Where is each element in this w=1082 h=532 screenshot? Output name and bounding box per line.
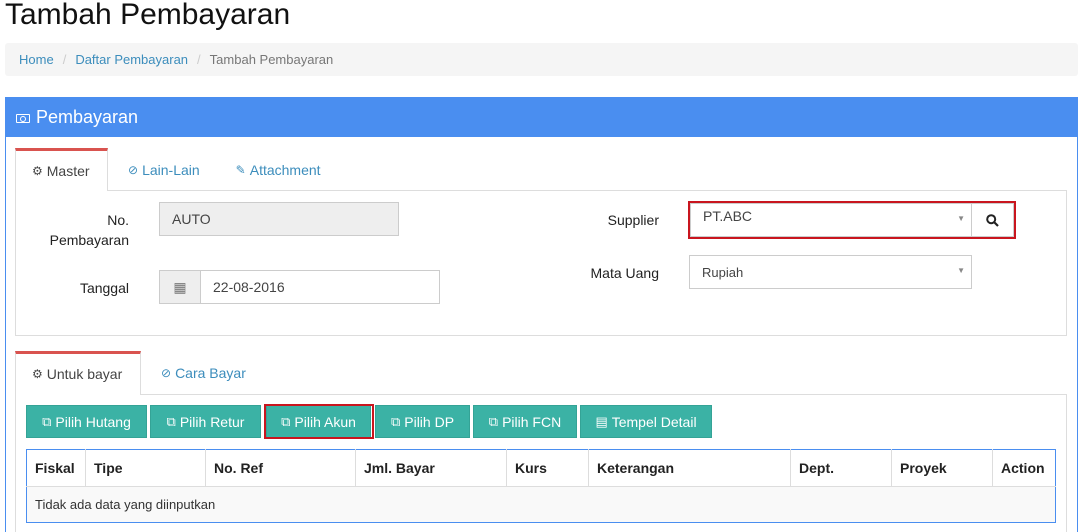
pilih-fcn-button[interactable]: ⧉ Pilih FCN xyxy=(473,405,577,438)
column-header: Fiskal xyxy=(26,449,86,487)
copy-icon: ⧉ xyxy=(166,413,176,429)
tab-label: Attachment xyxy=(249,161,321,178)
column-header: Kurs xyxy=(506,449,589,487)
mata-uang-select[interactable]: Rupiah ▼ xyxy=(689,255,972,289)
chevron-down-icon: ▼ xyxy=(957,266,965,275)
column-header: Action xyxy=(992,449,1056,487)
check-circle-icon: ⊘ xyxy=(128,162,139,177)
button-label: Pilih FCN xyxy=(502,413,562,430)
breadcrumb-current: Tambah Pembayaran xyxy=(209,52,334,67)
pembayaran-detail-table: Fiskal Tipe No. Ref Jml. Bayar Kurs Kete… xyxy=(26,449,1056,523)
empty-table-message: Tidak ada data yang diinputkan xyxy=(26,486,1056,523)
pilih-akun-highlight xyxy=(264,404,374,439)
tab-cara-bayar[interactable]: ⊘ Cara Bayar xyxy=(141,351,262,395)
pilih-retur-button[interactable]: ⧉ Pilih Retur xyxy=(150,405,261,438)
column-header: Tipe xyxy=(85,449,206,487)
no-pembayaran-label: No. Pembayaran xyxy=(49,212,129,248)
tab-attachment[interactable]: ✎ Attachment xyxy=(216,148,337,191)
tab-label: Lain-Lain xyxy=(142,161,200,178)
column-header: Jml. Bayar xyxy=(355,449,507,487)
panel-title: Pembayaran xyxy=(36,107,139,127)
pilih-dp-button[interactable]: ⧉ Pilih DP xyxy=(375,405,470,438)
page-title: Tambah Pembayaran xyxy=(5,0,291,31)
copy-icon: ⧉ xyxy=(42,413,52,429)
no-pembayaran-input: AUTO xyxy=(159,202,399,236)
table-row: Tidak ada data yang diinputkan xyxy=(26,486,1056,523)
button-label: Tempel Detail xyxy=(611,413,697,430)
cogs-icon: ⚙ xyxy=(32,163,43,178)
calendar-addon[interactable]: ▦ xyxy=(159,270,201,304)
master-tabs: ⚙ Master ⊘ Lain-Lain ✎ Attachment xyxy=(15,148,337,191)
column-header: Proyek xyxy=(891,449,993,487)
tab-label: Cara Bayar xyxy=(175,365,246,381)
tempel-detail-button[interactable]: ▤ Tempel Detail xyxy=(580,405,712,438)
supplier-highlight xyxy=(688,201,1016,239)
table-header-row: Fiskal Tipe No. Ref Jml. Bayar Kurs Kete… xyxy=(26,449,1056,487)
button-label: Pilih DP xyxy=(404,413,455,430)
copy-icon: ⧉ xyxy=(488,413,499,429)
button-label: Pilih Retur xyxy=(179,413,245,430)
breadcrumb-separator: / xyxy=(62,52,67,67)
breadcrumb-separator: / xyxy=(197,52,201,67)
tab-label: Untuk bayar xyxy=(46,366,123,382)
supplier-label: Supplier xyxy=(607,212,659,228)
column-header: Keterangan xyxy=(588,449,791,487)
tanggal-label: Tanggal xyxy=(79,280,129,296)
money-icon xyxy=(16,114,30,123)
tab-master[interactable]: ⚙ Master xyxy=(15,148,108,191)
tanggal-input[interactable]: 22-08-2016 xyxy=(200,270,440,304)
tab-lain-lain[interactable]: ⊘ Lain-Lain xyxy=(108,148,216,191)
column-header: No. Ref xyxy=(205,449,356,487)
cogs-icon: ⚙ xyxy=(32,367,43,381)
breadcrumb-home[interactable]: Home xyxy=(19,52,54,67)
tab-label: Master xyxy=(46,162,90,179)
breadcrumb-daftar-pembayaran[interactable]: Daftar Pembayaran xyxy=(75,52,188,67)
pilih-hutang-button[interactable]: ⧉ Pilih Hutang xyxy=(26,405,147,438)
panel-heading: Pembayaran xyxy=(6,98,1077,137)
paperclip-icon: ✎ xyxy=(235,162,246,177)
detail-tabs: ⚙ Untuk bayar ⊘ Cara Bayar xyxy=(15,351,262,395)
mata-uang-label: Mata Uang xyxy=(590,265,659,281)
copy-icon: ⧉ xyxy=(390,413,401,429)
breadcrumb: Home / Daftar Pembayaran / Tambah Pembay… xyxy=(5,43,1078,76)
button-label: Pilih Hutang xyxy=(55,413,131,430)
column-header: Dept. xyxy=(790,449,892,487)
paste-icon: ▤ xyxy=(595,413,608,429)
check-circle-icon: ⊘ xyxy=(161,366,172,380)
mata-uang-value: Rupiah xyxy=(702,264,744,280)
tab-untuk-bayar[interactable]: ⚙ Untuk bayar xyxy=(15,351,141,395)
calendar-icon: ▦ xyxy=(173,278,187,295)
